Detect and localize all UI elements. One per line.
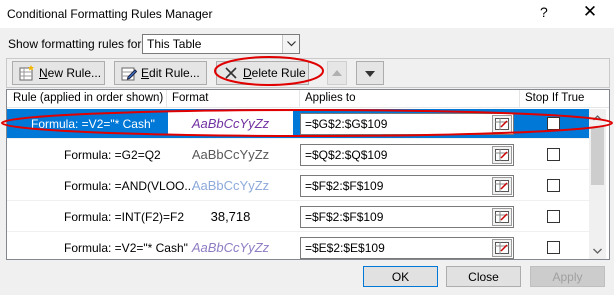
stop-if-true-checkbox[interactable] [547, 210, 560, 223]
move-up-button[interactable] [327, 61, 347, 85]
stop-if-true-checkbox[interactable] [547, 179, 560, 192]
applies-to-value: =$E$2:$E$109 [305, 241, 385, 255]
applies-to-field[interactable]: =$Q$2:$Q$109 [300, 144, 514, 166]
rule-row[interactable]: Formula: =V2="* Cash" AaBbCcYyZz =$E$2:$… [7, 233, 589, 259]
delete-rule-button[interactable]: Delete Rule [216, 61, 309, 85]
format-preview[interactable]: AaBbCcYyZz [168, 235, 293, 259]
applies-to-value: =$Q$2:$Q$109 [305, 148, 388, 162]
edit-rule-label: Edit Rule... [141, 66, 200, 80]
rule-row[interactable]: Formula: =AND(VLOO... AaBbCcYyZz =$F$2:$… [7, 171, 589, 201]
show-rules-select[interactable]: This Table [142, 34, 300, 54]
ok-button[interactable]: OK [363, 266, 438, 287]
stop-if-true-checkbox[interactable] [547, 117, 560, 130]
applies-to-field[interactable]: =$G$2:$G$109 [300, 113, 514, 135]
window-title: Conditional Formatting Rules Manager [7, 7, 213, 21]
col-header-rule[interactable]: Rule (applied in order shown) [13, 92, 163, 104]
format-preview[interactable]: AaBbCcYyZz [168, 173, 293, 197]
grid-header: Rule (applied in order shown) Format App… [7, 90, 609, 108]
rule-row[interactable]: Formula: =INT(F2)=F2 38,718 =$F$2:$F$109 [7, 202, 589, 232]
close-window-button[interactable]: ✕ [572, 1, 608, 25]
stop-if-true-checkbox[interactable] [547, 241, 560, 254]
range-picker-icon[interactable] [492, 115, 512, 133]
delete-x-icon [223, 65, 239, 81]
arrow-down-icon [365, 71, 375, 77]
range-picker-icon[interactable] [492, 208, 512, 226]
new-rule-label: New Rule... [39, 66, 102, 80]
range-picker-icon[interactable] [492, 177, 512, 195]
apply-button[interactable]: Apply [530, 266, 605, 287]
format-preview[interactable]: AaBbCcYyZz [168, 142, 293, 166]
help-button[interactable]: ? [540, 4, 548, 20]
range-picker-icon[interactable] [492, 146, 512, 164]
scroll-thumb[interactable] [591, 127, 604, 185]
show-rules-value: This Table [147, 37, 202, 51]
col-header-format[interactable]: Format [172, 92, 208, 104]
rule-formula: Formula: =G2=Q2 [64, 148, 161, 162]
rule-row[interactable]: Formula: =V2="* Cash" AaBbCcYyZz =$G$2:$… [7, 109, 589, 139]
arrow-up-icon [332, 70, 342, 76]
col-header-stop-if-true[interactable]: Stop If True [525, 92, 584, 104]
new-rule-icon [19, 65, 35, 81]
rule-row[interactable]: Formula: =G2=Q2 AaBbCcYyZz =$Q$2:$Q$109 [7, 140, 589, 170]
applies-to-field[interactable]: =$E$2:$E$109 [300, 237, 514, 259]
move-down-button[interactable] [356, 61, 384, 85]
show-rules-label: Show formatting rules for: [8, 37, 145, 51]
format-preview[interactable]: 38,718 [168, 204, 293, 228]
edit-rule-button[interactable]: Edit Rule... [114, 61, 207, 85]
applies-to-value: =$F$2:$F$109 [305, 179, 384, 193]
col-header-applies-to[interactable]: Applies to [305, 92, 356, 104]
vertical-scrollbar[interactable] [589, 109, 606, 259]
close-button[interactable]: Close [446, 266, 521, 287]
range-picker-icon[interactable] [492, 239, 512, 257]
delete-rule-label: Delete Rule [243, 66, 306, 80]
chevron-down-icon[interactable] [282, 35, 299, 53]
edit-rule-icon [121, 65, 137, 81]
rules-grid: Rule (applied in order shown) Format App… [6, 89, 610, 260]
title-bar: Conditional Formatting Rules Manager ? ✕ [0, 0, 614, 28]
format-preview[interactable]: AaBbCcYyZz [168, 111, 293, 135]
stop-if-true-checkbox[interactable] [547, 148, 560, 161]
applies-to-field[interactable]: =$F$2:$F$109 [300, 175, 514, 197]
new-rule-button[interactable]: New Rule... [12, 61, 105, 85]
scroll-up-icon[interactable] [589, 109, 606, 126]
scroll-down-icon[interactable] [589, 242, 606, 259]
applies-to-value: =$G$2:$G$109 [305, 117, 388, 131]
applies-to-field[interactable]: =$F$2:$F$109 [300, 206, 514, 228]
applies-to-value: =$F$2:$F$109 [305, 210, 384, 224]
rule-formula: Formula: =V2="* Cash" [31, 117, 155, 131]
rule-formula: Formula: =INT(F2)=F2 [64, 210, 185, 224]
